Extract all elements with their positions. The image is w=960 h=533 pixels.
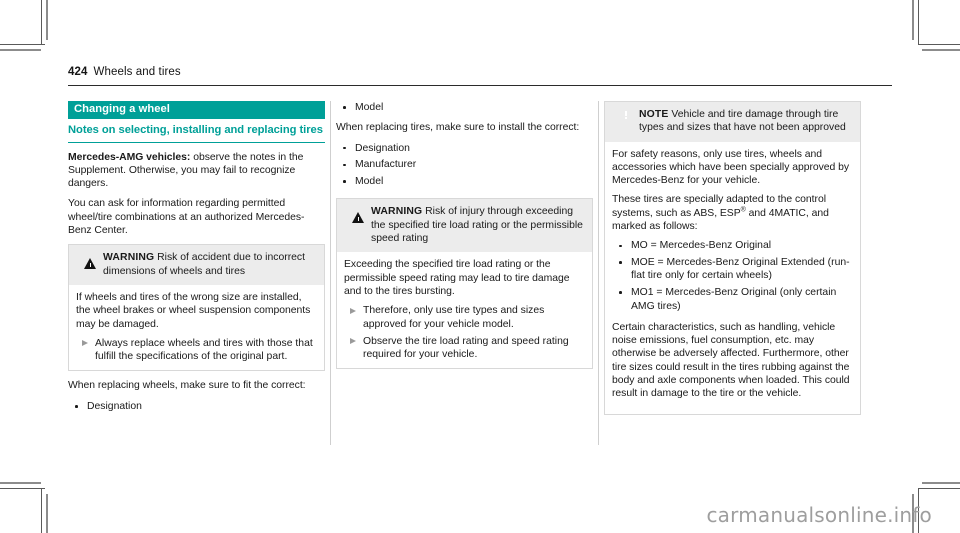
bullet-dot-icon	[619, 261, 622, 264]
step-text: Therefore, only use tire types and sizes…	[363, 305, 545, 330]
note-body-safety: For safety reasons, only use tires, whee…	[612, 148, 850, 187]
warning-box-wheel-dimensions: WARNING Risk of accident due to incorrec…	[68, 244, 325, 372]
bullet-list-tire-items: Designation Manufacturer Model	[336, 142, 593, 189]
warning-box-title: WARNING Risk of accident due to incorrec…	[103, 251, 317, 278]
step-arrow-icon	[350, 338, 356, 345]
list-item: MO1 = Mercedes-Benz Original (only certa…	[612, 286, 853, 313]
crop-mark-top-left-vertical	[41, 0, 42, 45]
warning-box-body: Exceeding the specified tire load rating…	[337, 252, 592, 369]
warning-keyword: WARNING	[103, 252, 155, 264]
step-arrow-icon	[350, 307, 356, 314]
list-item: Manufacturer	[336, 158, 593, 171]
paragraph-lead-bold: Mercedes-AMG vehicles:	[68, 151, 191, 163]
crop-mark-top-right-vertical	[918, 0, 919, 45]
column-right: NOTE Vehicle and tire damage through tir…	[598, 101, 861, 446]
bullet-dot-icon	[343, 163, 346, 167]
bullet-dot-icon	[619, 291, 622, 295]
page-columns: Changing a wheel Notes on selecting, ins…	[68, 101, 892, 446]
crop-mark-bottom-left-horizontal-outer	[0, 482, 41, 484]
paragraph-amg-note: Mercedes-AMG vehicles: observe the notes…	[68, 151, 325, 191]
crop-mark-top-right-horizontal	[918, 44, 960, 45]
step-text: Always replace wheels and tires with tho…	[95, 337, 313, 363]
column-left: Changing a wheel Notes on selecting, ins…	[68, 101, 325, 446]
column-divider-right	[598, 101, 599, 445]
list-item: Designation	[68, 400, 325, 413]
running-head-title: Wheels and tires	[93, 66, 181, 78]
note-body-characteristics: Certain characteristics, such as handlin…	[612, 321, 850, 400]
bullet-text: Designation	[355, 142, 410, 154]
crop-mark-top-right-horizontal-outer	[922, 49, 960, 51]
bullet-dot-icon	[343, 106, 346, 109]
note-title-text: Vehicle and tire damage through tire typ…	[639, 109, 846, 134]
bullet-list-wheel-items-continued: Model	[336, 101, 593, 114]
bullet-text: MO1 = Mercedes-Benz Original (only certa…	[631, 287, 837, 312]
note-keyword: NOTE	[639, 109, 669, 120]
note-box-unapproved-tires: NOTE Vehicle and tire damage through tir…	[604, 101, 861, 415]
header-divider	[68, 85, 892, 86]
crop-mark-top-left-vertical-outer	[46, 0, 48, 40]
note-box-header: NOTE Vehicle and tire damage through tir…	[605, 102, 860, 142]
note-box-body: For safety reasons, only use tires, whee…	[605, 141, 860, 414]
bullet-list-tire-markings: MO = Mercedes-Benz Original MOE = Merced…	[612, 239, 853, 312]
crop-mark-top-left-horizontal	[0, 44, 45, 45]
crop-mark-bottom-right-horizontal	[918, 488, 960, 489]
list-item: Observe the tire load rating and speed r…	[344, 335, 585, 362]
warning-box-load-rating: WARNING Risk of injury through exceeding…	[336, 198, 593, 370]
bullet-text: Designation	[87, 400, 142, 412]
crop-mark-top-right-vertical-outer	[912, 0, 914, 40]
bullet-text: Model	[355, 102, 384, 113]
note-box-title: NOTE Vehicle and tire damage through tir…	[639, 108, 853, 135]
warning-body-text: If wheels and tires of the wrong size ar…	[76, 291, 311, 330]
warning-box-title: WARNING Risk of injury through exceeding…	[371, 205, 585, 245]
bullet-text: MOE = Mercedes-Benz Original Extended (r…	[631, 257, 850, 282]
warning-step-list: Always replace wheels and tires with tho…	[76, 337, 317, 364]
warning-box-body: If wheels and tires of the wrong size ar…	[69, 284, 324, 371]
crop-mark-bottom-left-horizontal	[0, 488, 45, 489]
running-head: 424 Wheels and tires	[68, 66, 892, 78]
warning-keyword: WARNING	[371, 206, 423, 218]
warning-step-list: Therefore, only use tire types and sizes…	[344, 304, 585, 361]
bullet-text: Manufacturer	[355, 159, 417, 171]
bullet-text: MO = Mercedes-Benz Original	[631, 240, 772, 252]
crop-mark-bottom-right-horizontal-outer	[922, 482, 960, 484]
page-number: 424	[68, 66, 88, 78]
paragraph-information-request: You can ask for information regarding pe…	[68, 198, 305, 237]
crop-mark-bottom-left-vertical	[41, 488, 42, 533]
list-item: Model	[336, 101, 593, 114]
step-arrow-icon	[82, 340, 88, 347]
list-item: MOE = Mercedes-Benz Original Extended (r…	[612, 256, 853, 283]
bullet-text: Model	[355, 176, 384, 188]
bullet-dot-icon	[75, 404, 78, 408]
bullet-dot-icon	[619, 244, 622, 248]
step-text: Observe the tire load rating and speed r…	[363, 335, 569, 361]
list-item: Model	[336, 175, 593, 188]
column-middle: Model When replacing tires, make sure to…	[330, 101, 593, 446]
column-divider-left	[330, 101, 331, 445]
crop-mark-top-left-horizontal-outer	[0, 49, 41, 51]
site-watermark: carmanualsonline.info	[706, 503, 932, 527]
list-item: Always replace wheels and tires with tho…	[76, 337, 317, 364]
warning-box-header: WARNING Risk of injury through exceeding…	[337, 199, 592, 253]
chapter-bar: Changing a wheel	[68, 101, 325, 119]
list-item: Therefore, only use tire types and sizes…	[344, 304, 585, 331]
list-item: Designation	[336, 142, 593, 155]
list-item: MO = Mercedes-Benz Original	[612, 239, 853, 252]
section-divider	[68, 141, 325, 143]
bullet-dot-icon	[343, 180, 346, 183]
crop-mark-bottom-left-vertical-outer	[46, 494, 48, 533]
bullet-dot-icon	[343, 146, 346, 150]
warning-box-header: WARNING Risk of accident due to incorrec…	[69, 245, 324, 285]
warning-body-text: Exceeding the specified tire load rating…	[344, 259, 570, 297]
paragraph-replacing-wheels: When replacing wheels, make sure to fit …	[68, 380, 306, 392]
section-title: Notes on selecting, installing and repla…	[68, 124, 323, 136]
bullet-list-wheel-items: Designation	[68, 400, 325, 413]
note-body-adapted: These tires are specially adapted to the…	[612, 193, 853, 233]
paragraph-replacing-tires: When replacing tires, make sure to insta…	[336, 122, 580, 134]
